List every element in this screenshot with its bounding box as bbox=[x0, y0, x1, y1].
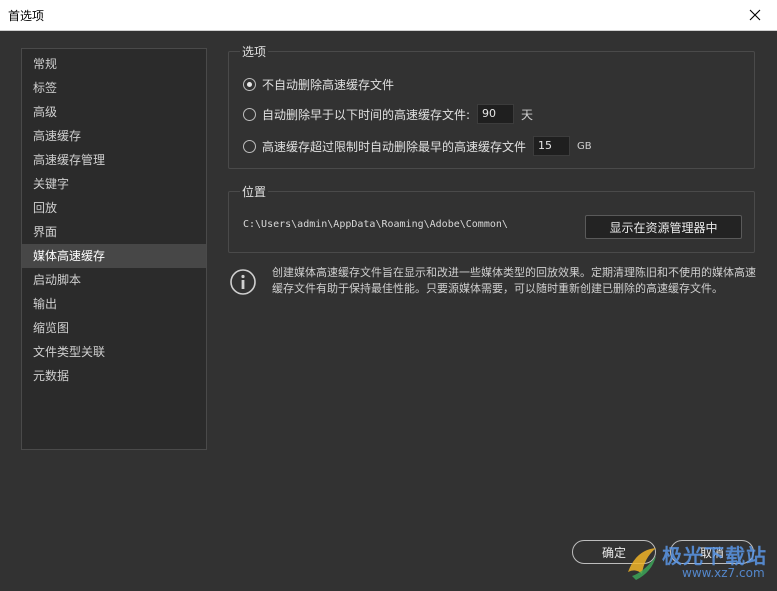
option-row-size-limit: 高速缓存超过限制时自动删除最早的高速缓存文件 15 GB bbox=[243, 136, 592, 156]
sidebar-item-metadata[interactable]: 元数据 bbox=[22, 364, 206, 388]
sidebar-item-output[interactable]: 输出 bbox=[22, 292, 206, 316]
close-button[interactable] bbox=[733, 0, 777, 30]
sidebar-item-media-cache[interactable]: 媒体高速缓存 bbox=[22, 244, 206, 268]
sidebar-item-labels[interactable]: 标签 bbox=[22, 76, 206, 100]
sidebar-item-cache[interactable]: 高速缓存 bbox=[22, 124, 206, 148]
sidebar-item-keywords[interactable]: 关键字 bbox=[22, 172, 206, 196]
sidebar-item-file-type-associations[interactable]: 文件类型关联 bbox=[22, 340, 206, 364]
days-unit: 天 bbox=[521, 107, 534, 122]
info-description: 创建媒体高速缓存文件旨在显示和改进一些媒体类型的回放效果。定期清理陈旧和不使用的… bbox=[272, 266, 756, 295]
cache-path: C:\Users\admin\AppData\Roaming\Adobe\Com… bbox=[243, 219, 508, 230]
watermark-url: www.xz7.com bbox=[682, 566, 765, 580]
window-title: 首选项 bbox=[8, 8, 45, 23]
no-auto-delete-radio[interactable] bbox=[243, 78, 256, 91]
sidebar-item-advanced[interactable]: 高级 bbox=[22, 100, 206, 124]
size-limit-unit: GB bbox=[577, 140, 592, 152]
delete-older-label[interactable]: 自动删除早于以下时间的高速缓存文件: bbox=[262, 106, 470, 123]
sidebar-item-general[interactable]: 常规 bbox=[22, 52, 206, 76]
sidebar-item-thumbnails[interactable]: 缩览图 bbox=[22, 316, 206, 340]
no-auto-delete-label[interactable]: 不自动删除高速缓存文件 bbox=[262, 76, 394, 93]
days-input[interactable]: 90 bbox=[477, 104, 515, 124]
info-icon bbox=[230, 269, 256, 295]
location-group-label: 位置 bbox=[240, 183, 269, 200]
sidebar-item-startup-scripts[interactable]: 启动脚本 bbox=[22, 268, 206, 292]
sidebar-item-playback[interactable]: 回放 bbox=[22, 196, 206, 220]
delete-older-radio[interactable] bbox=[243, 107, 256, 121]
size-limit-radio[interactable] bbox=[243, 139, 256, 153]
ok-button[interactable]: 确定 bbox=[572, 540, 656, 564]
option-row-delete-older: 自动删除早于以下时间的高速缓存文件: 90 天 bbox=[243, 104, 533, 124]
size-limit-input[interactable]: 15 bbox=[533, 136, 571, 156]
close-icon bbox=[749, 9, 761, 21]
show-in-explorer-button[interactable]: 显示在资源管理器中 bbox=[585, 215, 742, 239]
sidebar-item-interface[interactable]: 界面 bbox=[22, 220, 206, 244]
options-group-label: 选项 bbox=[240, 43, 269, 60]
cancel-button[interactable]: 取消 bbox=[670, 540, 754, 564]
option-row-no-auto-delete: 不自动删除高速缓存文件 bbox=[243, 76, 394, 93]
sidebar-item-cache-management[interactable]: 高速缓存管理 bbox=[22, 148, 206, 172]
title-bar: 首选项 bbox=[0, 0, 777, 31]
size-limit-label[interactable]: 高速缓存超过限制时自动删除最早的高速缓存文件 bbox=[262, 138, 526, 155]
preferences-category-list: 常规 标签 高级 高速缓存 高速缓存管理 关键字 回放 界面 媒体高速缓存 启动… bbox=[21, 48, 207, 450]
